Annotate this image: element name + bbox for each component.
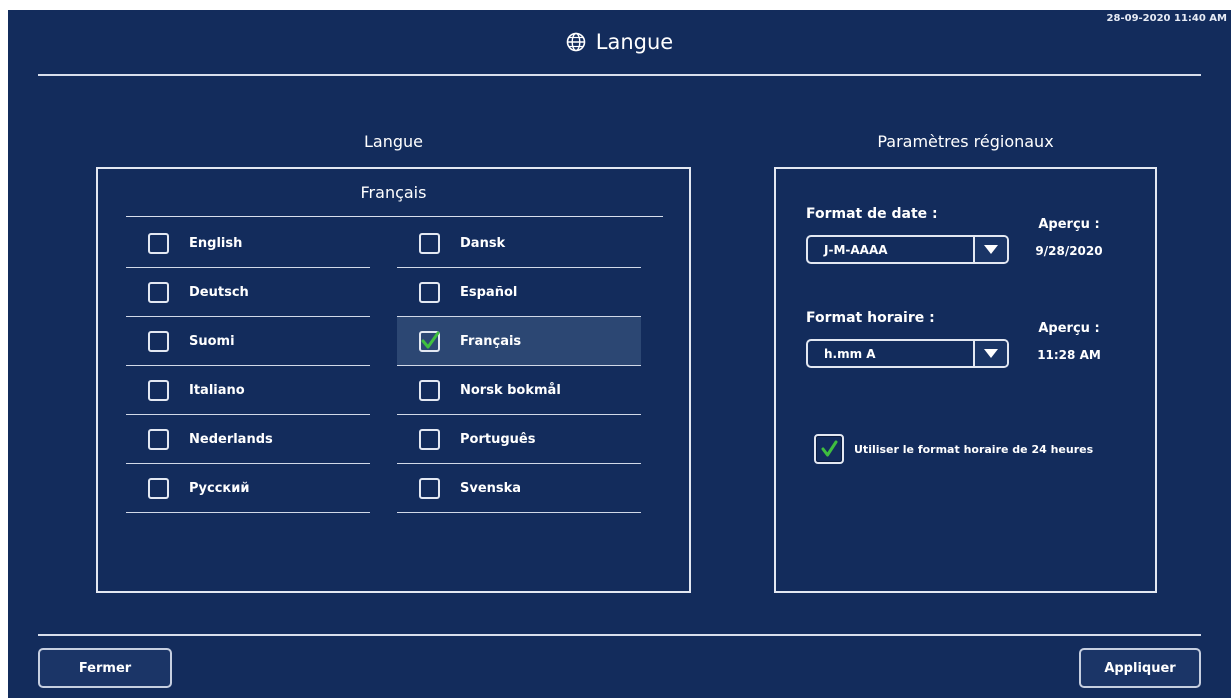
- regional-section-title: Paramètres régionaux: [877, 132, 1054, 151]
- language-option-label: Dansk: [460, 235, 506, 251]
- checkbox[interactable]: [148, 281, 169, 303]
- language-option-label: Español: [460, 284, 518, 300]
- apply-button[interactable]: Appliquer: [1079, 648, 1201, 688]
- chevron-down-icon: [984, 245, 998, 254]
- checkbox[interactable]: [148, 428, 169, 450]
- language-option-nederlands[interactable]: Nederlands: [126, 415, 370, 464]
- language-panel: Français English Deutsch Suomi Italiano …: [96, 167, 691, 593]
- language-option-francais[interactable]: Français: [397, 317, 641, 366]
- language-column-left: English Deutsch Suomi Italiano Nederland…: [126, 219, 370, 513]
- globe-icon: [566, 32, 586, 52]
- checkbox[interactable]: [419, 232, 440, 254]
- page-title: Langue: [8, 30, 1231, 54]
- footer-divider: [38, 634, 1201, 636]
- language-option-label: English: [189, 235, 243, 251]
- checkmark-icon: [821, 440, 838, 457]
- language-option-russian[interactable]: Русский: [126, 464, 370, 513]
- language-option-svenska[interactable]: Svenska: [397, 464, 641, 513]
- language-settings-screen: 28-09-2020 11:40 AM Langue Langue França…: [8, 10, 1231, 698]
- language-option-label: Suomi: [189, 333, 235, 349]
- regional-panel: Format de date : J-M-AAAA Aperçu : 9/28/…: [774, 167, 1157, 593]
- language-option-label: Italiano: [189, 382, 245, 398]
- language-option-label: Français: [460, 333, 522, 349]
- datetime-display: 28-09-2020 11:40 AM: [1106, 13, 1227, 24]
- date-format-dropdown-button[interactable]: [973, 237, 1007, 262]
- date-format-dropdown[interactable]: J-M-AAAA: [806, 235, 1009, 264]
- checkbox[interactable]: [148, 477, 169, 499]
- time-format-label: Format horaire :: [806, 310, 935, 326]
- checkbox[interactable]: [148, 379, 169, 401]
- chevron-down-icon: [984, 349, 998, 358]
- language-option-label: Nederlands: [189, 431, 273, 447]
- date-preview-value: 9/28/2020: [1035, 244, 1103, 258]
- language-option-portugues[interactable]: Português: [397, 415, 641, 464]
- language-option-label: Svenska: [460, 480, 522, 496]
- date-preview-label: Aperçu :: [1038, 217, 1100, 232]
- language-option-norsk[interactable]: Norsk bokmål: [397, 366, 641, 415]
- checkbox-checked[interactable]: [419, 330, 440, 352]
- time-preview-label: Aperçu :: [1038, 321, 1100, 336]
- checkmark-icon: [421, 331, 439, 349]
- time-format-value: h.mm A: [824, 346, 876, 361]
- checkbox[interactable]: [148, 232, 169, 254]
- use-24h-option[interactable]: Utiliser le format horaire de 24 heures: [814, 434, 1093, 464]
- language-option-italiano[interactable]: Italiano: [126, 366, 370, 415]
- language-option-label: Norsk bokmål: [460, 382, 561, 398]
- checkbox[interactable]: [419, 379, 440, 401]
- language-panel-divider: [126, 216, 663, 217]
- checkbox[interactable]: [148, 330, 169, 352]
- page-title-text: Langue: [595, 30, 674, 54]
- use-24h-label: Utiliser le format horaire de 24 heures: [854, 442, 1094, 456]
- current-language-label: Français: [360, 183, 427, 202]
- time-format-dropdown[interactable]: h.mm A: [806, 339, 1009, 368]
- language-option-label: Русский: [189, 480, 250, 496]
- checkbox[interactable]: [419, 281, 440, 303]
- language-option-english[interactable]: English: [126, 219, 370, 268]
- close-button[interactable]: Fermer: [38, 648, 172, 688]
- language-option-dansk[interactable]: Dansk: [397, 219, 641, 268]
- language-column-right: Dansk Español Français Norsk bokmål Port…: [397, 219, 641, 513]
- language-option-suomi[interactable]: Suomi: [126, 317, 370, 366]
- time-format-dropdown-button[interactable]: [973, 341, 1007, 366]
- checkbox[interactable]: [419, 477, 440, 499]
- language-option-deutsch[interactable]: Deutsch: [126, 268, 370, 317]
- use-24h-checkbox[interactable]: [814, 434, 844, 464]
- time-preview-value: 11:28 AM: [1037, 348, 1101, 362]
- language-option-espanol[interactable]: Español: [397, 268, 641, 317]
- header-divider: [38, 74, 1201, 76]
- date-format-value: J-M-AAAA: [824, 242, 888, 257]
- checkbox[interactable]: [419, 428, 440, 450]
- language-section-title: Langue: [364, 132, 423, 151]
- language-option-label: Deutsch: [189, 284, 249, 300]
- language-option-label: Português: [460, 431, 536, 447]
- date-format-label: Format de date :: [806, 206, 938, 222]
